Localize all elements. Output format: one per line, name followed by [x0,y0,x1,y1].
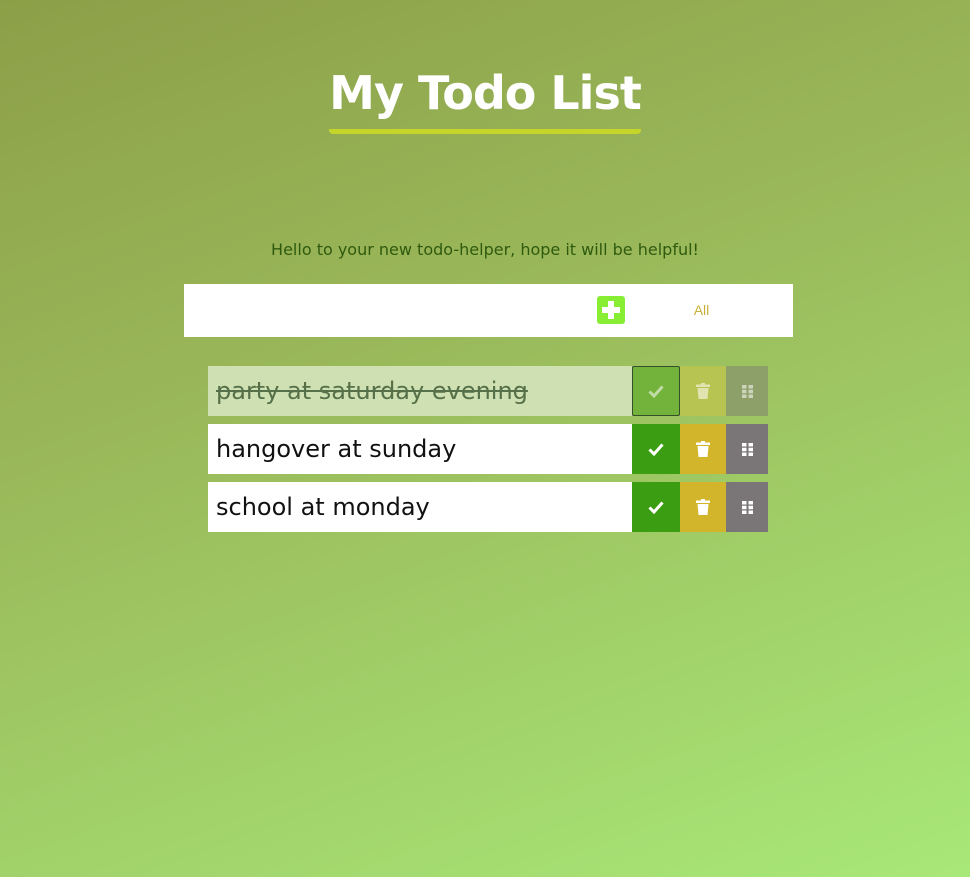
check-icon [648,500,664,514]
check-icon [648,442,664,456]
drag-handle[interactable] [726,366,768,416]
complete-button[interactable] [632,366,680,416]
todo-item: school at monday [208,482,768,532]
check-icon [648,384,664,398]
add-todo-button[interactable] [597,296,625,324]
drag-handle[interactable] [726,424,768,474]
grip-icon [741,384,753,398]
filter-select[interactable]: All [664,284,739,337]
delete-button[interactable] [680,424,726,474]
trash-icon [696,441,710,457]
todo-item: hangover at sunday [208,424,768,474]
todo-toolbar: All [184,284,793,337]
complete-button[interactable] [632,424,680,474]
delete-button[interactable] [680,366,726,416]
todo-item: party at saturday evening [208,366,768,416]
trash-icon [696,499,710,515]
todo-text: hangover at sunday [208,424,632,474]
complete-button[interactable] [632,482,680,532]
todo-text: party at saturday evening [208,366,632,416]
delete-button[interactable] [680,482,726,532]
todo-text: school at monday [208,482,632,532]
intro-text: Hello to your new todo-helper, hope it w… [271,240,699,259]
trash-icon [696,383,710,399]
drag-handle[interactable] [726,482,768,532]
page-title: My Todo List [329,66,642,135]
grip-icon [741,500,753,514]
plus-icon-stroke [608,301,614,319]
header: My Todo List [0,66,970,135]
todo-list: party at saturday evening hangover at su… [208,366,768,540]
grip-icon [741,442,753,456]
